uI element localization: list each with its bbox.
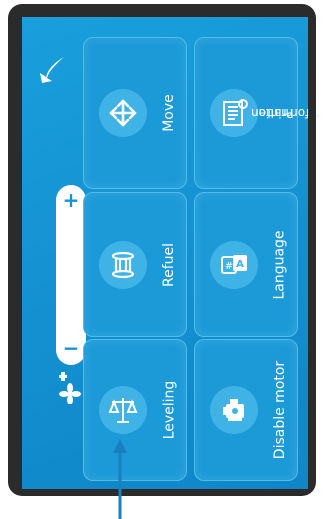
leveling-button[interactable]: Leveling [83, 339, 187, 481]
leveling-label: Leveling [161, 380, 178, 440]
language-icon: # A [210, 240, 258, 289]
fan-speed-slider[interactable]: + − [56, 185, 86, 365]
disable-motor-label: Disable motor [272, 360, 288, 460]
move-arrows-icon [99, 89, 147, 137]
fan-icon [59, 372, 81, 404]
refuel-button[interactable]: Refuel [83, 192, 187, 337]
pointer-arrow-icon [113, 439, 127, 519]
printer-information-button[interactable]: Printer information [194, 37, 308, 189]
svg-text:#: # [225, 261, 233, 272]
printer-information-label-line2: information [251, 106, 308, 120]
language-button[interactable]: # A Language [194, 192, 298, 337]
fan-minus-button[interactable]: − [56, 336, 86, 360]
back-arrow-icon[interactable] [36, 53, 68, 85]
touch-screen: + − Move Printer ormation Refuel # A Lan… [22, 17, 308, 489]
language-label: Language [272, 229, 288, 300]
balance-scale-icon [99, 386, 147, 434]
move-label: Move [161, 94, 178, 132]
svg-text:A: A [236, 259, 244, 270]
motor-icon [210, 386, 258, 434]
refuel-label: Refuel [161, 242, 177, 287]
filament-spool-icon [99, 240, 147, 289]
fan-plus-button[interactable]: + [56, 188, 86, 212]
disable-motor-button[interactable]: Disable motor [194, 339, 298, 481]
move-button[interactable]: Move [83, 37, 187, 189]
